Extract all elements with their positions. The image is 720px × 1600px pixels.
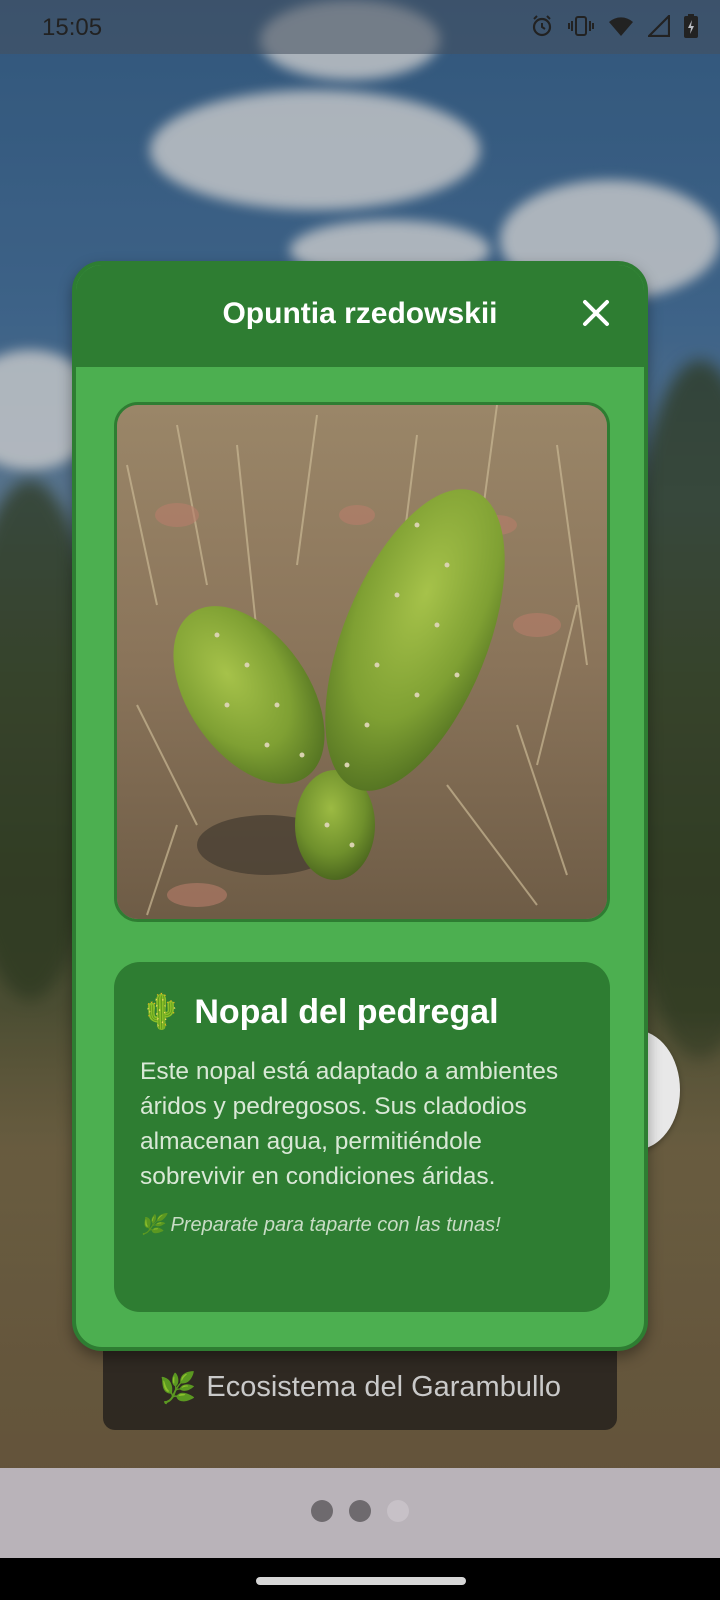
page-dot-3[interactable] xyxy=(387,1500,409,1522)
alarm-icon xyxy=(530,14,554,43)
status-time: 15:05 xyxy=(42,14,103,41)
vibrate-icon xyxy=(568,14,594,43)
close-icon xyxy=(583,300,609,326)
close-button[interactable] xyxy=(578,295,614,331)
page-dot-1[interactable] xyxy=(311,1500,333,1522)
herb-icon: 🌿 xyxy=(159,1372,197,1405)
wifi-icon xyxy=(608,15,634,42)
species-heading: 🌵 Nopal del pedregal xyxy=(140,992,584,1032)
battery-icon xyxy=(684,14,698,43)
banner-label: Ecosistema del Garambullo xyxy=(206,1371,561,1403)
dialog-title: Opuntia rzedowskii xyxy=(222,297,498,330)
home-gesture-handle[interactable] xyxy=(256,1577,466,1585)
species-description: Este nopal está adaptado a ambientes ári… xyxy=(140,1058,559,1190)
species-photo xyxy=(114,402,610,922)
species-common-name: Nopal del pedregal xyxy=(194,992,499,1031)
dialog-header: Opuntia rzedowskii xyxy=(76,265,644,367)
species-info-card: 🌵 Nopal del pedregal Este nopal está ada… xyxy=(114,962,610,1312)
species-dialog: Opuntia rzedowskii 🌵 Nopal del pedregal … xyxy=(72,261,648,1351)
page-indicator xyxy=(0,1500,720,1522)
herb-icon: 🌿 xyxy=(140,1214,165,1236)
species-note: 🌿 Preparate para taparte con las tunas! xyxy=(140,1212,584,1237)
cactus-icon: 🌵 xyxy=(140,993,183,1031)
species-note-text: Preparate para taparte con las tunas! xyxy=(170,1214,501,1236)
status-bar: 15:05 xyxy=(0,0,720,54)
signal-icon xyxy=(646,13,671,42)
page-dot-2[interactable] xyxy=(349,1500,371,1522)
